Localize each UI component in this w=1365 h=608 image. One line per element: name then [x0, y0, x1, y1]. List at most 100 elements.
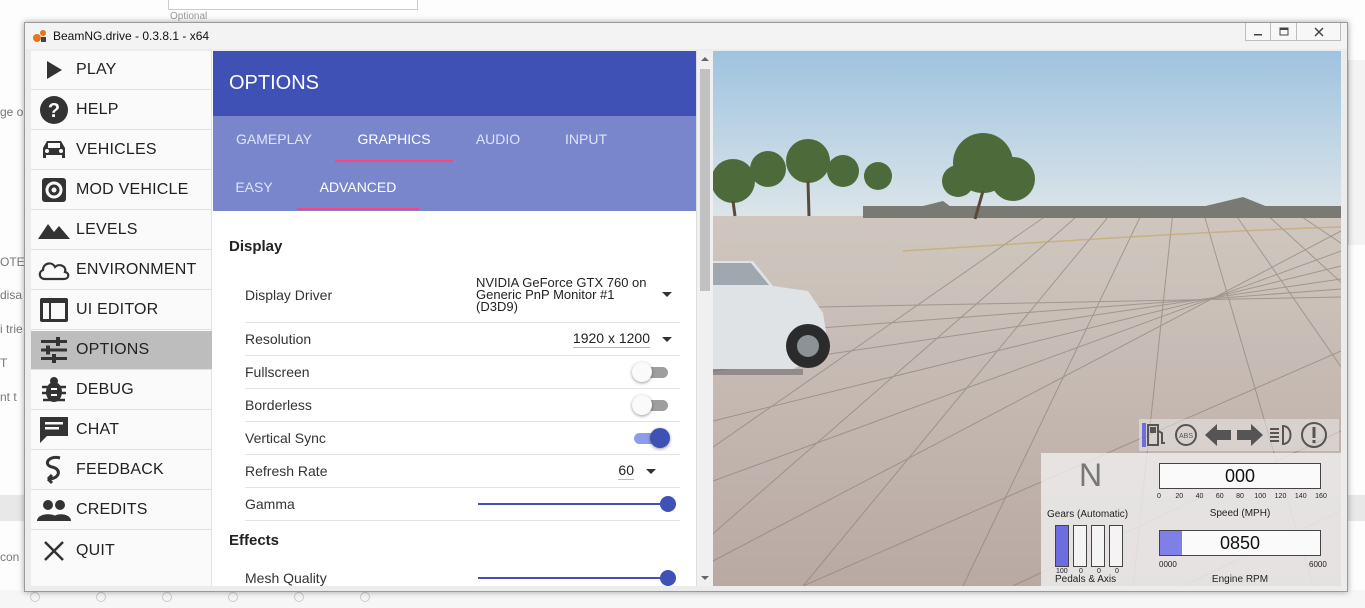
menu-label: QUIT — [76, 541, 116, 559]
pedal-bar — [1073, 525, 1087, 567]
tab-audio[interactable]: AUDIO — [468, 116, 528, 162]
vehicle-hud: N Gears (Automatic) 100 0 0 0 Pedals & A… — [1041, 453, 1341, 586]
setting-label: Resolution — [245, 331, 312, 347]
svg-text:ABS: ABS — [1179, 433, 1193, 440]
car-icon — [37, 133, 71, 167]
sliders-icon — [37, 333, 71, 367]
chat-icon — [37, 413, 71, 447]
menu-label: OPTIONS — [76, 341, 150, 358]
menu-label: HELP — [76, 101, 119, 118]
speed-ticks: 0 20 40 60 80 100 120 140 160 — [1157, 493, 1327, 503]
speed-tick: 20 — [1175, 493, 1184, 500]
setting-label: Refresh Rate — [245, 463, 328, 479]
menu-item-vehicles[interactable]: VEHICLES — [31, 131, 212, 170]
setting-label: Fullscreen — [245, 364, 310, 380]
options-content: Display Display Driver NVIDIA GeForce GT… — [213, 211, 696, 586]
mesh-quality-slider[interactable] — [478, 569, 676, 586]
game-client-area: PLAY ? HELP VEHICLES MOD VEHICLE LEVELS … — [31, 51, 1341, 586]
page-title: OPTIONS — [229, 72, 320, 94]
setting-label: Display Driver — [245, 286, 333, 303]
speed-tick: 60 — [1215, 493, 1224, 500]
people-icon — [37, 493, 71, 527]
beamng-window: BeamNG.drive - 0.3.8.1 - x64 PLAY ? HELP… — [24, 22, 1348, 592]
speed-tick: 140 — [1294, 493, 1307, 500]
menu-label: CHAT — [76, 421, 120, 438]
menu-item-quit[interactable]: QUIT — [31, 531, 212, 570]
minimize-button[interactable] — [1245, 23, 1271, 41]
menu-label: LEVELS — [76, 221, 138, 238]
pedal-bar — [1091, 525, 1105, 567]
cloud-icon — [37, 253, 71, 287]
speed-tick: 100 — [1254, 493, 1267, 500]
menu-item-chat[interactable]: CHAT — [31, 411, 212, 450]
background-fragment: nt t — [0, 390, 17, 404]
close-icon — [1313, 26, 1324, 37]
speed-label: Speed (MPH) — [1209, 508, 1271, 519]
beamng-logo-icon — [31, 27, 49, 45]
background-fragment: con — [0, 550, 20, 564]
menu-item-help[interactable]: ? HELP — [31, 91, 212, 130]
options-tabs: GAMEPLAY GRAPHICS AUDIO INPUT EASY ADVAN… — [213, 116, 696, 211]
dropdown-arrow-icon — [662, 292, 672, 297]
display-driver-select[interactable]: NVIDIA GeForce GTX 760 on Generic PnP Mo… — [476, 267, 672, 322]
game-viewport[interactable]: ABS N Gears (Automatic) 100 0 0 0 Pedals… — [713, 51, 1341, 586]
setting-label: Gamma — [245, 496, 295, 512]
options-scrollbar[interactable] — [696, 51, 713, 586]
menu-item-options[interactable]: OPTIONS — [31, 331, 212, 370]
setting-fullscreen: Fullscreen — [245, 356, 680, 389]
speed-tick: 160 — [1315, 493, 1327, 500]
menu-label: MOD VEHICLE — [76, 181, 189, 198]
setting-resolution: Resolution 1920 x 1200 — [245, 323, 680, 356]
right-arrow-icon — [1235, 420, 1265, 450]
main-menu: PLAY ? HELP VEHICLES MOD VEHICLE LEVELS … — [31, 51, 212, 586]
vertical-sync-toggle[interactable] — [634, 428, 670, 448]
window-title: BeamNG.drive - 0.3.8.1 - x64 — [53, 29, 210, 43]
menu-item-credits[interactable]: CREDITS — [31, 491, 212, 530]
menu-item-environment[interactable]: ENVIRONMENT — [31, 251, 212, 290]
menu-item-feedback[interactable]: FEEDBACK — [31, 451, 212, 490]
background-fragment: T — [0, 356, 8, 370]
tab-graphics[interactable]: GRAPHICS — [335, 116, 453, 162]
close-button[interactable] — [1297, 23, 1341, 41]
menu-label: UI EDITOR — [76, 301, 159, 318]
mountain-icon — [37, 213, 71, 247]
fullscreen-toggle[interactable] — [632, 362, 668, 382]
scroll-thumb[interactable] — [700, 69, 710, 291]
menu-item-ui-editor[interactable]: UI EDITOR — [31, 291, 212, 330]
title-bar[interactable]: BeamNG.drive - 0.3.8.1 - x64 — [25, 23, 1347, 49]
background-scrollbar — [1348, 60, 1365, 245]
options-panel: OPTIONS GAMEPLAY GRAPHICS AUDIO INPUT EA… — [213, 51, 696, 586]
background-optional-text: Optional — [170, 11, 208, 22]
tab-gameplay[interactable]: GAMEPLAY — [229, 116, 319, 162]
pedal-bar — [1055, 525, 1069, 567]
tab-input[interactable]: INPUT — [558, 116, 614, 162]
speedometer: 000 — [1159, 463, 1321, 489]
menu-label: PLAY — [76, 61, 117, 78]
menu-item-debug[interactable]: DEBUG — [31, 371, 212, 410]
restore-icon — [1279, 27, 1288, 35]
subtab-advanced[interactable]: ADVANCED — [297, 164, 419, 210]
resolution-select[interactable]: 1920 x 1200 — [572, 323, 672, 355]
menu-item-mod-vehicle[interactable]: MOD VEHICLE — [31, 171, 212, 210]
subtab-easy[interactable]: EASY — [229, 164, 279, 210]
menu-label: FEEDBACK — [76, 461, 164, 478]
scroll-down-icon[interactable] — [701, 576, 709, 580]
warning-icon — [1299, 420, 1329, 450]
slider-thumb[interactable] — [660, 496, 676, 512]
menu-label: ENVIRONMENT — [76, 261, 197, 278]
setting-label: Vertical Sync — [245, 430, 326, 446]
setting-vertical-sync: Vertical Sync — [245, 422, 680, 455]
scroll-up-icon[interactable] — [701, 57, 709, 61]
background-emoji-row — [30, 592, 370, 602]
restore-button[interactable] — [1271, 23, 1297, 41]
gamma-slider[interactable] — [478, 496, 676, 512]
bug-icon — [37, 373, 71, 407]
slider-thumb[interactable] — [660, 569, 676, 586]
borderless-toggle[interactable] — [632, 395, 668, 415]
background-fragment: i trie — [0, 322, 23, 336]
refresh-rate-select[interactable]: 60 — [618, 455, 656, 487]
warning-lights: ABS — [1139, 419, 1339, 451]
menu-item-levels[interactable]: LEVELS — [31, 211, 212, 250]
menu-item-play[interactable]: PLAY — [31, 51, 212, 90]
play-icon — [37, 53, 71, 87]
